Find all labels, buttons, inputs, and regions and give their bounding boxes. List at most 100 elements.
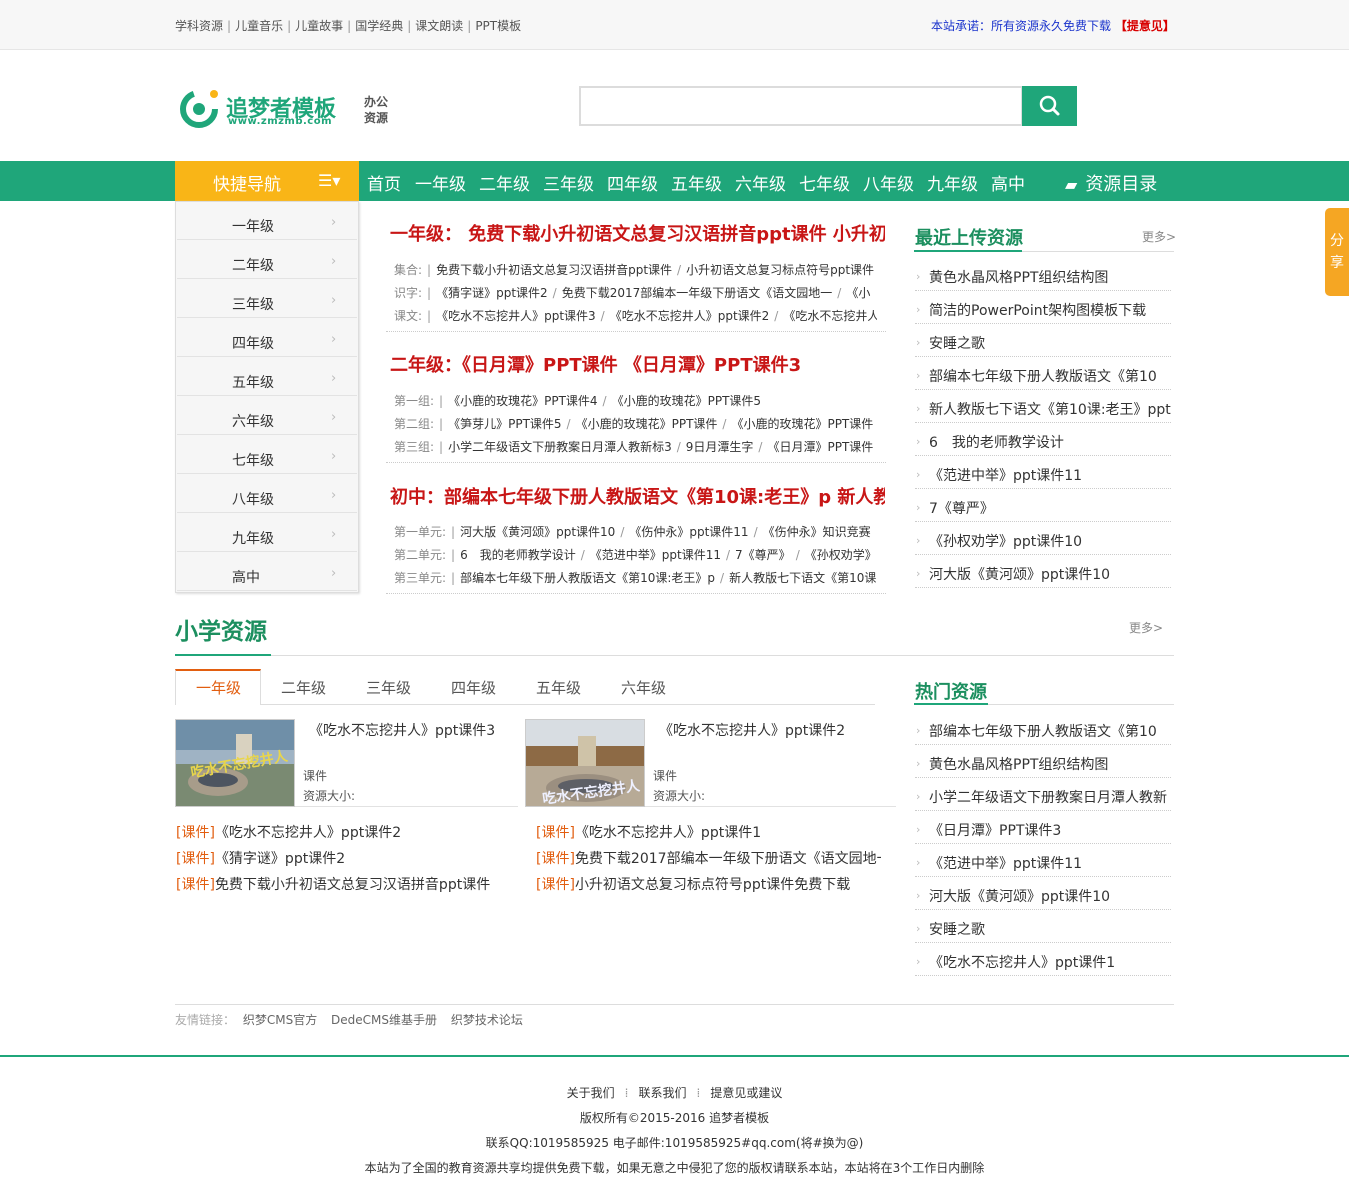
top-category-link[interactable]: 儿童故事 [295,19,343,33]
side-list-item[interactable]: › 安睡之歌 [915,324,1171,357]
nav-item[interactable]: 首页 [367,170,401,195]
nav-item[interactable]: 一年级 [415,170,466,195]
news-link[interactable]: 免费下载小升初语文总复习汉语拼音ppt课件 [436,263,672,277]
news-link[interactable]: 《孙权劝学》 [805,548,877,562]
side-list-item[interactable]: › 部编本七年级下册人教版语文《第10 [915,357,1171,390]
search-input[interactable] [579,86,1023,126]
top-category-link[interactable]: PPT模板 [475,19,521,33]
nav-item[interactable]: 五年级 [671,170,722,195]
footer-contact-link[interactable]: 联系我们 [638,1086,686,1100]
news-link[interactable]: 《小鹿的玫瑰花》PPT课件 [576,417,718,431]
recent-more-link[interactable]: 更多> [1142,228,1176,245]
news-link[interactable]: 《笋芽儿》PPT课件5 [448,417,561,431]
nav-item[interactable]: 二年级 [479,170,530,195]
news-link[interactable]: 部编本七年级下册人教版语文《第10课:老王》p [460,571,715,585]
news-link[interactable]: 小升初语文总复习标点符号ppt课件 [686,263,874,277]
site-logo[interactable]: 追梦者模板 www.zmzmb.com 办公 资源 [176,82,391,134]
news-link[interactable]: 小学二年级语文下册教案日月潭人教新标3 [448,440,672,454]
side-list-item[interactable]: › 简洁的PowerPoint架构图模板下载 [915,291,1171,324]
card-title[interactable]: 《吃水不忘挖井人》ppt课件2 [659,720,845,740]
nav-item[interactable]: 高中 [991,170,1025,195]
tab[interactable]: 五年级 [536,677,581,698]
news-link[interactable]: 《伤仲永》知识竞赛 [763,525,871,539]
primary-list-item[interactable]: [课件]《吃水不忘挖井人》ppt课件2 [176,822,521,842]
card-title[interactable]: 《吃水不忘挖井人》ppt课件3 [309,720,495,740]
news-link[interactable]: 《小鹿的玫瑰花》PPT课件4 [448,394,597,408]
side-list-item[interactable]: › 部编本七年级下册人教版语文《第10 [915,712,1171,745]
side-menu-item[interactable]: 九年级 › [177,514,357,552]
side-list-item[interactable]: › 河大版《黄河颂》ppt课件10 [915,877,1171,910]
news-link[interactable]: 新人教版七下语文《第10课 [729,571,876,585]
side-list-item[interactable]: › 《范进中举》ppt课件11 [915,844,1171,877]
news-link[interactable]: 河大版《黄河颂》ppt课件10 [460,525,615,539]
news-link[interactable]: 7《尊严》 [735,548,791,562]
news-link[interactable]: 《吃水不忘挖井人》ppt课件3 [436,309,596,323]
footer-about-link[interactable]: 关于我们 [567,1086,615,1100]
side-menu-item[interactable]: 三年级 › [177,280,357,318]
tab[interactable]: 四年级 [451,677,496,698]
news-section-title[interactable]: 一年级： 免费下载小升初语文总复习汉语拼音ppt课件 小升初语文总复习 [390,220,885,246]
tab[interactable]: 三年级 [366,677,411,698]
top-category-link[interactable]: 课文朗读 [415,19,463,33]
news-link[interactable]: 《吃水不忘挖井人》ppt课件2 [610,309,770,323]
side-menu-item[interactable]: 二年级 › [177,241,357,279]
side-list-item[interactable]: › 河大版《黄河颂》ppt课件10 [915,555,1171,588]
news-link[interactable]: 6 我的老师教学设计 [460,548,576,562]
news-link[interactable]: 《日月潭》PPT课件 [767,440,873,454]
nav-item[interactable]: 七年级 [799,170,850,195]
nav-item[interactable]: 三年级 [543,170,594,195]
side-list-item[interactable]: › 小学二年级语文下册教案日月潭人教新 [915,778,1171,811]
news-section-title[interactable]: 初中：部编本七年级下册人教版语文《第10课:老王》p 新人教版七下语文 [390,483,885,509]
primary-list-item[interactable]: [课件]小升初语文总复习标点符号ppt课件免费下载 [536,874,881,894]
top-category-link[interactable]: 儿童音乐 [235,19,283,33]
side-menu-item[interactable]: 一年级 › [177,202,357,240]
primary-more-link[interactable]: 更多> [1129,619,1163,636]
tab[interactable]: 二年级 [281,677,326,698]
footer-feedback-link[interactable]: 提意见或建议 [710,1086,782,1100]
news-link[interactable]: 《伤仲永》ppt课件11 [629,525,748,539]
catalog-link[interactable]: ▰ 资源目录 [1065,170,1157,196]
side-list-item[interactable]: › 6 我的老师教学设计 [915,423,1171,456]
primary-list-item[interactable]: [课件]免费下载小升初语文总复习汉语拼音ppt课件 [176,874,521,894]
nav-item[interactable]: 六年级 [735,170,786,195]
primary-list-item[interactable]: [课件]《猜字谜》ppt课件2 [176,848,521,868]
side-list-item[interactable]: › 《孙权劝学》ppt课件10 [915,522,1171,555]
side-list-item[interactable]: › 7《尊严》 [915,489,1171,522]
news-section-title[interactable]: 二年级：《日月潭》PPT课件 《日月潭》PPT课件3 [390,351,885,377]
news-link[interactable]: 9日月潭生字 [686,440,754,454]
share-tab[interactable]: 分 享 [1325,208,1349,296]
top-category-link[interactable]: 学科资源 [175,19,223,33]
news-link[interactable]: 《小鹿的玫瑰花》PPT课件5 [612,394,761,408]
friend-link[interactable]: 织梦CMS官方 [243,1013,317,1027]
side-list-item[interactable]: › 《日月潭》PPT课件3 [915,811,1171,844]
friend-link[interactable]: 织梦技术论坛 [451,1013,523,1027]
side-menu-item[interactable]: 六年级 › [177,397,357,435]
side-menu-item[interactable]: 七年级 › [177,436,357,474]
side-list-item[interactable]: › 安睡之歌 [915,910,1171,943]
side-list-item[interactable]: › 《范进中举》ppt课件11 [915,456,1171,489]
search-button[interactable] [1022,86,1077,126]
side-menu-item[interactable]: 八年级 › [177,475,357,513]
tab[interactable]: 六年级 [621,677,666,698]
news-link[interactable]: 《吃水不忘挖井人》 [783,309,877,323]
friend-link[interactable]: DedeCMS维基手册 [331,1013,437,1027]
primary-list-item[interactable]: [课件]免费下载2017部编本一年级下册语文《语文园地一 [536,848,881,868]
nav-item[interactable]: 九年级 [927,170,978,195]
top-category-link[interactable]: 国学经典 [355,19,403,33]
card-thumbnail[interactable]: 吃水不忘挖井人 [175,719,295,807]
side-list-item[interactable]: › 《吃水不忘挖井人》ppt课件1 [915,943,1171,976]
side-list-item[interactable]: › 新人教版七下语文《第10课:老王》ppt [915,390,1171,423]
side-menu-item[interactable]: 四年级 › [177,319,357,357]
news-link[interactable]: 免费下载2017部编本一年级下册语文《语文园地一 [562,286,833,300]
side-menu-item[interactable]: 五年级 › [177,358,357,396]
card-thumbnail[interactable]: 吃水不忘挖井人 [525,719,645,807]
primary-list-item[interactable]: [课件]《吃水不忘挖井人》ppt课件1 [536,822,881,842]
tab-active[interactable]: 一年级 [196,677,241,698]
nav-item[interactable]: 四年级 [607,170,658,195]
side-list-item[interactable]: › 黄色水晶风格PPT组织结构图 [915,745,1171,778]
feedback-link[interactable]: 【提意见】 [1115,19,1175,33]
news-link[interactable]: 《猜字谜》ppt课件2 [436,286,548,300]
nav-item[interactable]: 八年级 [863,170,914,195]
news-link[interactable]: 《范进中举》ppt课件11 [590,548,721,562]
side-menu-item[interactable]: 高中 › [177,553,357,591]
